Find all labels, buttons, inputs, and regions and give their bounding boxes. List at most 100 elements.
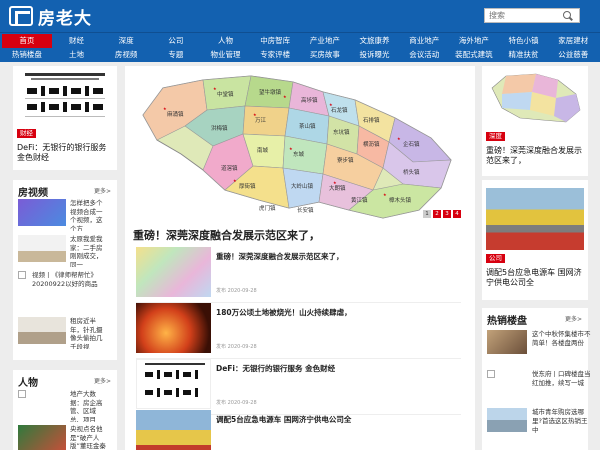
- list-item[interactable]: 城市青年购房选哪里?首选这区热销王中: [487, 408, 591, 446]
- article-title[interactable]: 重磅！深莞深度融合发展示范区来了，: [216, 251, 344, 262]
- svg-text:寮步镇: 寮步镇: [337, 156, 354, 164]
- search-icon[interactable]: [561, 10, 573, 22]
- nav-item-industrial[interactable]: 产业地产: [300, 34, 350, 48]
- nav-item-hot-property[interactable]: 热销楼盘: [2, 48, 52, 62]
- article-thumbnail[interactable]: [136, 247, 211, 297]
- svg-text:茶山镇: 茶山镇: [299, 122, 316, 130]
- article-title[interactable]: 180万公顷土地被烧光！山火持续肆虐，: [216, 307, 352, 318]
- broken-image-icon[interactable]: [18, 390, 26, 398]
- carousel-caption[interactable]: 重磅！深莞深度融合发展示范区来了，: [133, 227, 320, 243]
- nav-item-charity[interactable]: 公益慈善: [548, 48, 598, 62]
- item-title[interactable]: 太原我爱我家：二手房刚刚成交，同一: [70, 235, 108, 267]
- article-row[interactable]: 180万公顷土地被烧光！山火持续肆虐， 发布 2020-09-28: [136, 303, 461, 359]
- item-title[interactable]: 这个中秋怀集楼市不简单！各楼盘两份: [532, 330, 592, 348]
- nav-item-buying-story[interactable]: 买房故事: [300, 48, 350, 62]
- nav-item-complaints[interactable]: 投诉曝光: [350, 48, 400, 62]
- svg-text:大岭山镇: 大岭山镇: [291, 182, 314, 190]
- list-item[interactable]: 租房近半年，针孔摄像头偷拍几千段视: [18, 317, 106, 349]
- svg-text:★: ★: [329, 102, 333, 107]
- nav-item-home[interactable]: 首页: [2, 34, 52, 48]
- list-item[interactable]: 央视点名他是“破产人版”董珏金秦: [18, 425, 106, 450]
- infographic-graphic: [25, 73, 105, 117]
- left-top-card[interactable]: 财经 DeFi：无银行的银行服务 金色财经: [13, 66, 117, 170]
- item-title[interactable]: 怎样把多个视频合成一个视频，这个方: [70, 199, 108, 231]
- article-thumbnail[interactable]: [136, 303, 211, 353]
- map-image[interactable]: 麻涌镇中堂镇 望牛墩镇 高埗镇石龙镇石排镇 企石镇洪梅镇万江 茶山镇东坑镇横沥镇 …: [133, 70, 467, 222]
- nav-item-depth[interactable]: 深度: [101, 34, 151, 48]
- video-thumbnail[interactable]: [18, 235, 66, 262]
- article-title[interactable]: DeFi：无银行的银行服务 金色财经: [216, 363, 335, 374]
- nav-item-company[interactable]: 公司: [151, 34, 201, 48]
- carousel-page-4[interactable]: 4: [453, 210, 461, 218]
- item-title[interactable]: 央视点名他是“破产人版”董珏金秦: [70, 425, 108, 450]
- list-item[interactable]: 视频丨《律师帮帮忙》20200922以好的商品: [18, 271, 106, 315]
- carousel-page-2[interactable]: 2: [433, 210, 441, 218]
- category-tag[interactable]: 深度: [486, 132, 505, 141]
- item-title[interactable]: 城市青年购房选哪里?首选这区热销王中: [532, 408, 592, 435]
- nav-item-overseas[interactable]: 海外地产: [449, 34, 499, 48]
- svg-text:黄江镇: 黄江镇: [351, 196, 368, 204]
- nav-item-video[interactable]: 房视频: [101, 48, 151, 62]
- map-thumbnail[interactable]: [486, 70, 584, 126]
- nav-item-property-mgmt[interactable]: 物业管理: [201, 48, 251, 62]
- svg-text:石龙镇: 石龙镇: [331, 106, 348, 114]
- nav-item-poverty[interactable]: 精准扶贫: [499, 48, 549, 62]
- nav-item-events[interactable]: 会议活动: [399, 48, 449, 62]
- card-title[interactable]: DeFi：无银行的银行服务 金色财经: [17, 143, 113, 163]
- article-thumbnail[interactable]: [136, 359, 211, 409]
- nav-item-people[interactable]: 人物: [201, 34, 251, 48]
- nav-item-special[interactable]: 专题: [151, 48, 201, 62]
- article-thumbnail[interactable]: [136, 410, 211, 450]
- nav-item-prefab[interactable]: 装配式建筑: [449, 48, 499, 62]
- item-title[interactable]: 悦东府丨口碑楼盘当红加推，续写一城: [532, 370, 592, 388]
- search-input[interactable]: [485, 9, 561, 22]
- nav-item-finance[interactable]: 财经: [52, 34, 102, 48]
- nav-item-furnishing[interactable]: 家居建材: [548, 34, 598, 48]
- broken-image-icon[interactable]: [18, 271, 26, 279]
- svg-text:麻涌镇: 麻涌镇: [167, 110, 184, 118]
- carousel-page-1[interactable]: 1: [423, 210, 431, 218]
- hot-property-section: 热销楼盘 更多> 这个中秋怀集楼市不简单！各楼盘两份 悦东府丨口碑楼盘当红加推，…: [482, 308, 591, 450]
- property-thumbnail[interactable]: [487, 330, 527, 354]
- people-thumbnail[interactable]: [18, 425, 66, 450]
- right-card-company[interactable]: 公司 调配5台应急电源车 国网济宁供电公司全: [482, 180, 588, 300]
- item-title[interactable]: 视频丨《律师帮帮忙》20200922以好的商品: [32, 271, 108, 315]
- svg-text:★: ★: [213, 86, 217, 91]
- video-thumbnail[interactable]: [18, 317, 66, 344]
- item-title[interactable]: 地产大数据：房企高管、区域总、项目: [70, 390, 108, 422]
- more-link[interactable]: 更多>: [94, 186, 111, 195]
- list-item[interactable]: 悦东府丨口碑楼盘当红加推，续写一城: [487, 370, 591, 408]
- list-item[interactable]: 这个中秋怀集楼市不简单！各楼盘两份: [487, 330, 591, 368]
- carousel[interactable]: 麻涌镇 中堂镇 望牛墩镇 高埗镇 石龙镇 石排镇 企石镇 洪梅镇 万江 茶山镇 东坑镇 横沥镇 …: [133, 70, 467, 222]
- nav-item-towns[interactable]: 特色小镇: [499, 34, 549, 48]
- video-thumbnail[interactable]: [18, 199, 66, 226]
- site-logo[interactable]: 房老大: [9, 5, 92, 29]
- list-item[interactable]: 太原我爱我家：二手房刚刚成交，同一: [18, 235, 106, 267]
- nav-item-think-tank[interactable]: 中房智库: [250, 34, 300, 48]
- nav-item-commercial[interactable]: 商业地产: [399, 34, 449, 48]
- nav-item-tourism[interactable]: 文旅康养: [350, 34, 400, 48]
- carousel-page-3[interactable]: 3: [443, 210, 451, 218]
- right-card-depth[interactable]: 深度 重磅！深莞深度融合发展示范区来了，: [482, 66, 588, 176]
- carousel-pager: 1 2 3 4: [423, 210, 461, 218]
- company-photo[interactable]: [486, 188, 584, 250]
- article-row[interactable]: 重磅！深莞深度融合发展示范区来了， 发布 2020-09-28: [136, 247, 461, 303]
- logo-icon: [9, 6, 33, 26]
- card-title[interactable]: 重磅！深莞深度融合发展示范区来了，: [486, 146, 584, 166]
- article-title[interactable]: 调配5台应急电源车 国网济宁供电公司全: [216, 414, 351, 425]
- article-row[interactable]: 调配5台应急电源车 国网济宁供电公司全: [136, 410, 461, 450]
- more-link[interactable]: 更多>: [565, 314, 582, 323]
- svg-text:石排镇: 石排镇: [363, 116, 380, 124]
- category-tag[interactable]: 财经: [17, 129, 36, 138]
- list-item[interactable]: 怎样把多个视频合成一个视频，这个方: [18, 199, 106, 231]
- item-title[interactable]: 租房近半年，针孔摄像头偷拍几千段视: [70, 317, 108, 349]
- property-thumbnail[interactable]: [487, 408, 527, 432]
- broken-image-icon[interactable]: [487, 370, 495, 378]
- more-link[interactable]: 更多>: [94, 376, 111, 385]
- card-title[interactable]: 调配5台应急电源车 国网济宁供电公司全: [486, 268, 584, 288]
- list-item[interactable]: 地产大数据：房企高管、区域总、项目: [18, 390, 106, 422]
- category-tag[interactable]: 公司: [486, 254, 505, 263]
- nav-item-land[interactable]: 土地: [52, 48, 102, 62]
- nav-item-expert-review[interactable]: 专家评楼: [250, 48, 300, 62]
- article-row[interactable]: DeFi：无银行的银行服务 金色财经 发布 2020-09-28: [136, 359, 461, 415]
